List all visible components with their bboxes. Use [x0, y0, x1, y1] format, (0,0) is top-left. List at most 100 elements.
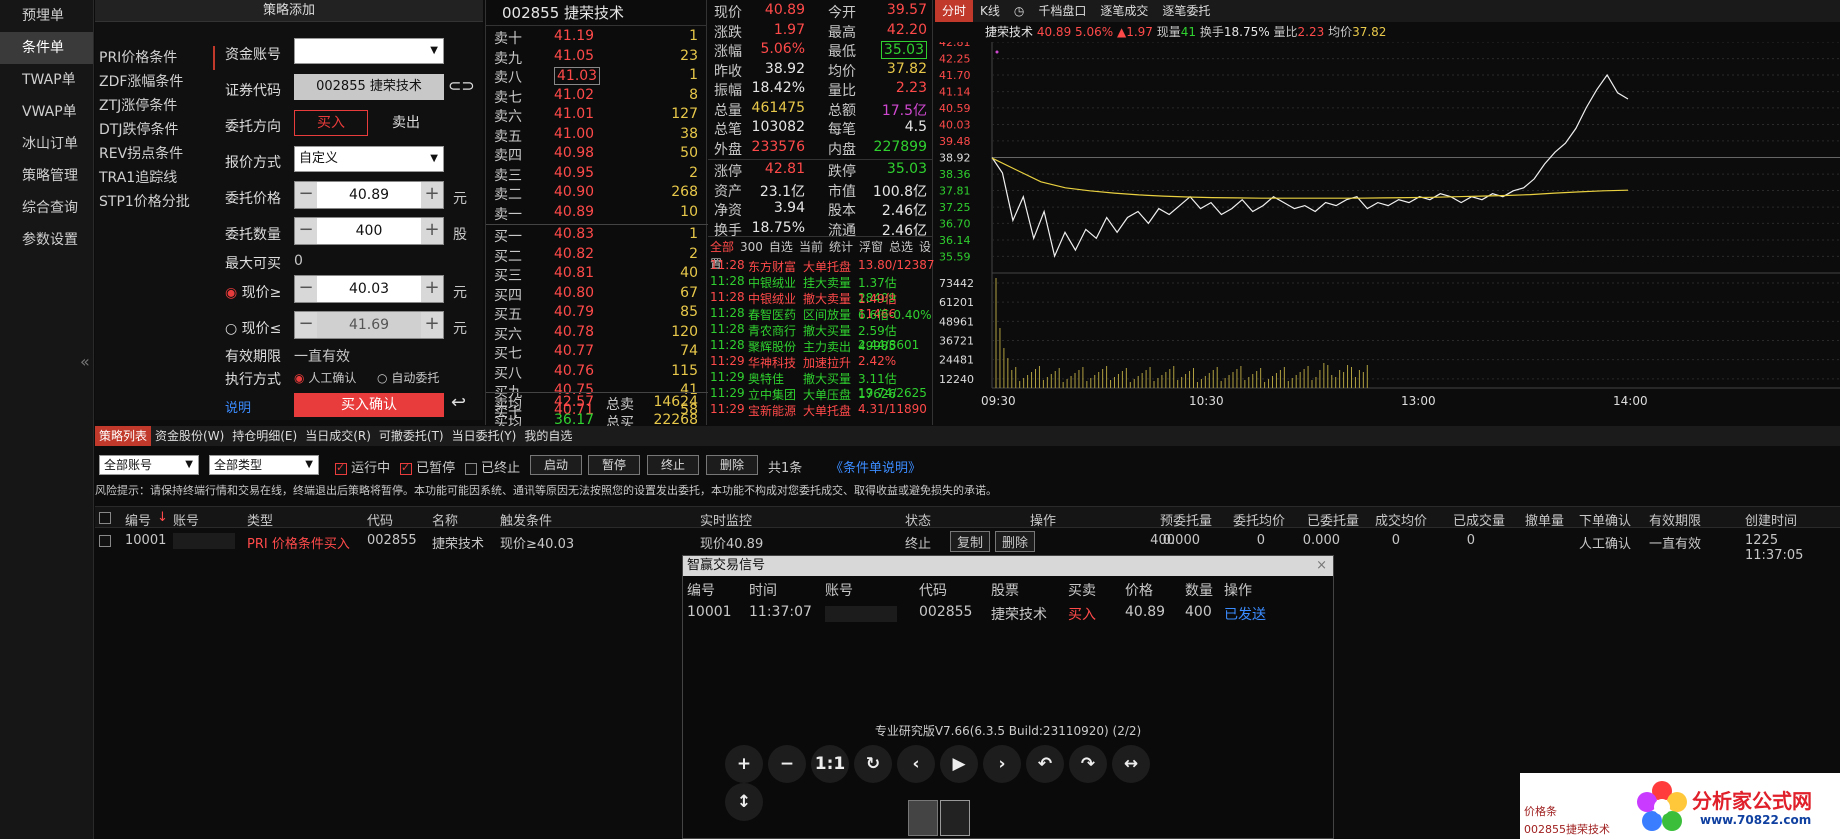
chart-tab[interactable]: 逐笔成交	[1093, 0, 1155, 22]
chart-tab[interactable]: 逐笔委托	[1155, 0, 1217, 22]
qty-value[interactable]: 400	[317, 218, 421, 244]
tick-tab[interactable]: 统计	[829, 240, 853, 254]
note-link[interactable]: 说明	[225, 397, 251, 416]
viewer-button-icon[interactable]: ▶	[940, 745, 978, 783]
minus-icon[interactable]: −	[295, 312, 317, 338]
price-stepper[interactable]: −40.89 +	[294, 181, 444, 209]
popup-row[interactable]: 10001 11:37:07 002855 捷荣技术 买入 40.89 400 已发送	[683, 604, 1333, 626]
stop-button[interactable]: 终止	[647, 455, 699, 475]
table-header-cell[interactable]: 账号	[173, 510, 199, 529]
book-row[interactable]: 买六 40.78 120	[486, 324, 708, 344]
exec-manual-radio[interactable]: ◉ 人工确认	[294, 369, 356, 386]
tick-row[interactable]: 11:29 立中集团 大单压盘 19.74/2625	[708, 386, 933, 402]
nav-item[interactable]: 条件单	[0, 32, 93, 64]
table-header-cell[interactable]: 编号	[125, 510, 151, 529]
start-button[interactable]: 启动	[530, 455, 582, 475]
viewer-button-icon[interactable]: ↷	[1069, 745, 1107, 783]
table-header-cell[interactable]: 委托均价	[1233, 510, 1285, 529]
sort-arrow-icon[interactable]: ↓	[157, 510, 168, 525]
book-row[interactable]: 卖九 41.05 23	[486, 48, 708, 68]
bottom-tab[interactable]: 持仓明细(E)	[228, 426, 301, 446]
tick-row[interactable]: 11:28 中银绒业 挂大卖量 1.37估28409	[708, 274, 933, 305]
tick-tab[interactable]: 总选	[889, 240, 913, 254]
tick-row[interactable]: 11:29 奥特佳 撤大买量 3.11估17626	[708, 370, 933, 401]
book-row[interactable]: 卖五 41.00 38	[486, 126, 708, 146]
running-checkbox[interactable]: 运行中	[335, 457, 390, 476]
nav-item[interactable]: 策略管理	[0, 160, 93, 192]
table-header-cell[interactable]: 已委托量	[1307, 510, 1359, 529]
bottom-tab[interactable]: 当日委托(Y)	[448, 426, 521, 446]
table-header-cell[interactable]: 操作	[1030, 510, 1056, 529]
strategy-type-item[interactable]: DTJ跌停条件	[95, 118, 215, 142]
viewer-button-icon[interactable]: ↔	[1112, 745, 1150, 783]
type-filter-select[interactable]: 全部类型 ▼	[209, 455, 319, 475]
book-row[interactable]: 买二 40.82 2	[486, 246, 708, 266]
book-row[interactable]: 卖四 40.98 50	[486, 145, 708, 165]
tick-tab[interactable]: 300	[740, 240, 763, 254]
tick-tab[interactable]: 全部	[710, 240, 734, 254]
exec-auto-radio[interactable]: ○ 自动委托	[377, 369, 439, 386]
stopped-checkbox[interactable]: 已终止	[465, 457, 520, 476]
bottom-tab[interactable]: 当日成交(R)	[301, 426, 375, 446]
clock-icon[interactable]: ◷	[1007, 0, 1031, 22]
viewer-button-icon[interactable]: ↕	[725, 783, 763, 821]
book-row[interactable]: 卖一 40.89 10	[486, 204, 708, 224]
account-filter-select[interactable]: 全部账号 ▼	[99, 455, 199, 475]
table-row[interactable]: 10001 PRI 价格条件买入 002855 捷荣技术 现价≥40.03 现价40.89…	[95, 530, 1840, 563]
nav-item[interactable]: 预埋单	[0, 0, 93, 32]
copy-button[interactable]: 复制	[950, 531, 991, 552]
book-row[interactable]: 买一 40.83 1	[486, 226, 708, 246]
table-header-cell[interactable]: 类型	[247, 510, 273, 529]
buy-confirm-button[interactable]: 买入确认	[294, 393, 444, 417]
bottom-tab[interactable]: 可撤委托(T)	[375, 426, 448, 446]
viewer-button-icon[interactable]: 1:1	[811, 745, 849, 783]
tick-row[interactable]: 11:28 中银绒业 撤大卖量 1.49估11466	[708, 290, 933, 321]
tick-row[interactable]: 11:29 宝新能源 大单托盘 4.31/11890	[708, 402, 933, 418]
tick-row[interactable]: 11:28 春智医药 区间放量 6.6倍-0.40%	[708, 306, 933, 322]
table-header-cell[interactable]: 成交均价	[1375, 510, 1427, 529]
plus-icon[interactable]: +	[421, 276, 443, 302]
tick-tab[interactable]: 自选	[769, 240, 793, 254]
viewer-button-icon[interactable]: +	[725, 745, 763, 783]
tick-row[interactable]: 11:28 聚辉股份 主力卖出 2.44/8601	[708, 338, 933, 354]
book-row[interactable]: 卖八 41.03 1	[486, 67, 708, 87]
cond-le-label[interactable]: ○ 现价≤	[225, 318, 281, 338]
table-header-cell[interactable]: 触发条件	[500, 510, 552, 529]
code-input[interactable]: 002855 捷荣技术	[294, 74, 444, 100]
book-row[interactable]: 买八 40.76 115	[486, 363, 708, 383]
row-delete-button[interactable]: 删除	[995, 531, 1036, 552]
table-header-cell[interactable]: 撤单量	[1525, 510, 1564, 529]
bottom-tab[interactable]: 资金股份(W)	[151, 426, 228, 446]
viewer-button-icon[interactable]: ‹	[897, 745, 935, 783]
le-value[interactable]: 41.69	[317, 312, 421, 338]
thumbnail-2[interactable]	[940, 800, 970, 836]
viewer-button-icon[interactable]: ↻	[854, 745, 892, 783]
plus-icon[interactable]: +	[421, 182, 443, 208]
minus-icon[interactable]: −	[295, 276, 317, 302]
account-select[interactable]: ▼	[294, 38, 444, 64]
nav-item[interactable]: 综合查询	[0, 192, 93, 224]
viewer-button-icon[interactable]: ↶	[1026, 745, 1064, 783]
viewer-button-icon[interactable]: ›	[983, 745, 1021, 783]
minus-icon[interactable]: −	[295, 218, 317, 244]
row-checkbox[interactable]	[99, 535, 111, 547]
tick-row[interactable]: 11:28 青农商行 撤大买量 2.59估49985	[708, 322, 933, 353]
book-row[interactable]: 买三 40.81 40	[486, 265, 708, 285]
pause-button[interactable]: 暂停	[588, 455, 640, 475]
book-row[interactable]: 买四 40.80 67	[486, 285, 708, 305]
tick-tab[interactable]: 浮窗	[859, 240, 883, 254]
minus-icon[interactable]: −	[295, 182, 317, 208]
strategy-type-item[interactable]: ZDF涨幅条件	[95, 70, 215, 94]
book-row[interactable]: 卖七 41.02 8	[486, 87, 708, 107]
bottom-tab[interactable]: 策略列表	[95, 426, 152, 446]
tick-row[interactable]: 11:28 东方财富 大单托盘 13.80/12387	[708, 258, 935, 274]
plus-icon[interactable]: +	[421, 312, 443, 338]
viewer-button-icon[interactable]: −	[768, 745, 806, 783]
thumbnail-1[interactable]	[908, 800, 938, 836]
chart-tab[interactable]: 千档盘口	[1031, 0, 1093, 22]
strategy-type-item[interactable]: STP1价格分批	[95, 190, 215, 214]
table-header-cell[interactable]: 实时监控	[700, 510, 752, 529]
book-row[interactable]: 卖二 40.90 268	[486, 184, 708, 204]
book-row[interactable]: 买七 40.77 74	[486, 343, 708, 363]
nav-item[interactable]: 参数设置	[0, 224, 93, 256]
